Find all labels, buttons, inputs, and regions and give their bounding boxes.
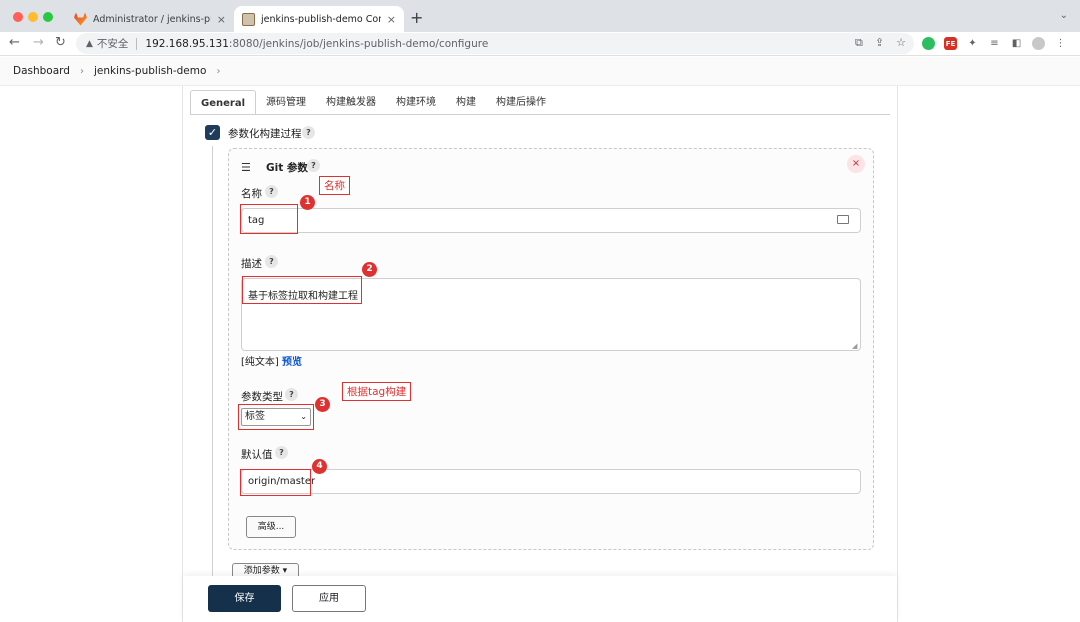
contact-card-icon [837, 215, 849, 224]
browser-tabstrip: Administrator / jenkins-publish × jenkin… [0, 0, 1080, 32]
annotation-note-name: 名称 [319, 176, 350, 195]
evernote-extension-icon[interactable] [922, 37, 935, 50]
config-tabs: General 源码管理 构建触发器 构建环境 构建 构建后操作 [190, 88, 556, 115]
divider [136, 37, 138, 50]
section-guide-line [212, 146, 213, 576]
fe-extension-icon[interactable]: FE [944, 37, 957, 50]
annotation-badge: 2 [362, 262, 377, 277]
chevron-right-icon: › [79, 65, 84, 77]
annotation-badge: 4 [312, 459, 327, 474]
bookmark-star-icon[interactable]: ☆ [896, 36, 906, 50]
parameterized-checkbox[interactable]: ✓ [205, 125, 220, 140]
forward-arrow-icon[interactable]: → [33, 35, 44, 50]
translate-icon[interactable]: ⧉ [855, 36, 863, 50]
default-value-label: 默认值 [241, 449, 273, 461]
tab-close-icon[interactable]: × [217, 13, 226, 26]
bottom-action-bar [183, 576, 897, 622]
side-panel-icon[interactable]: ◧ [1010, 37, 1023, 50]
parameterized-label: 参数化构建过程 [228, 128, 302, 140]
save-button[interactable]: 保存 [208, 585, 281, 612]
help-icon[interactable]: ? [302, 126, 315, 139]
tab-title: jenkins-publish-demo Config [ [261, 13, 381, 25]
name-label: 名称 [241, 188, 262, 200]
remove-parameter-button[interactable]: × [847, 155, 865, 173]
drag-handle-icon[interactable]: ☰ [241, 161, 251, 174]
profile-avatar-icon[interactable] [1032, 37, 1045, 50]
preview-link[interactable]: 预览 [282, 357, 302, 368]
window-close-button[interactable] [13, 12, 23, 22]
window-minimize-button[interactable] [28, 12, 38, 22]
back-arrow-icon[interactable]: ← [9, 35, 20, 50]
insecure-label: 不安全 [96, 38, 129, 50]
share-icon[interactable]: ⇪ [875, 36, 884, 50]
url-host: 192.168.95.131 [145, 37, 229, 50]
address-bar[interactable]: ▲ 不安全 192.168.95.131:8080/jenkins/job/je… [76, 33, 914, 54]
gitlab-favicon-icon [74, 12, 87, 26]
resize-handle-icon[interactable]: ◢ [852, 342, 857, 350]
breadcrumb: Dashboard › jenkins-publish-demo › [0, 57, 1080, 86]
advanced-button[interactable]: 高级... [246, 516, 296, 538]
new-tab-button[interactable]: + [410, 8, 423, 27]
help-icon[interactable]: ? [307, 159, 320, 172]
help-icon[interactable]: ? [265, 185, 278, 198]
annotation-box-name [240, 204, 298, 234]
format-hint: [纯文本] 预览 [241, 353, 302, 368]
help-icon[interactable]: ? [265, 255, 278, 268]
annotation-badge: 3 [315, 397, 330, 412]
git-parameter-title: Git 参数 [266, 162, 308, 174]
annotation-badge: 1 [300, 195, 315, 210]
tab-scm[interactable]: 源码管理 [256, 90, 316, 115]
name-input[interactable]: tag [241, 208, 861, 233]
annotation-box-type [238, 404, 314, 430]
url-path: :8080/jenkins/job/jenkins-publish-demo/c… [228, 37, 489, 50]
warning-icon: ▲ [86, 38, 93, 49]
tab-title: Administrator / jenkins-publish [93, 13, 211, 25]
window-zoom-button[interactable] [43, 12, 53, 22]
browser-tab-jenkins[interactable]: jenkins-publish-demo Config [ × [234, 6, 404, 32]
tab-search-icon[interactable]: ⌄ [1060, 10, 1068, 21]
help-icon[interactable]: ? [285, 388, 298, 401]
extensions-puzzle-icon[interactable]: ✦ [966, 37, 979, 50]
apply-button[interactable]: 应用 [292, 585, 366, 612]
plain-text-label: [纯文本] [241, 357, 279, 368]
tab-build[interactable]: 构建 [446, 90, 486, 115]
tab-triggers[interactable]: 构建触发器 [316, 90, 386, 115]
browser-toolbar: ← → ↻ ▲ 不安全 192.168.95.131:8080/jenkins/… [0, 32, 1080, 56]
breadcrumb-job[interactable]: jenkins-publish-demo [94, 65, 206, 77]
jenkins-favicon-icon [242, 12, 255, 26]
annotation-note-tag: 根据tag构建 [342, 382, 412, 401]
annotation-box-description [242, 276, 362, 304]
breadcrumb-dashboard[interactable]: Dashboard [13, 65, 70, 77]
help-icon[interactable]: ? [275, 446, 288, 459]
tab-environment[interactable]: 构建环境 [386, 90, 446, 115]
browser-tab-gitlab[interactable]: Administrator / jenkins-publish × [66, 6, 234, 32]
reading-list-icon[interactable]: ≡ [988, 37, 1001, 50]
parameter-type-label: 参数类型 [241, 391, 283, 403]
reload-icon[interactable]: ↻ [55, 35, 66, 50]
annotation-box-default [240, 469, 311, 496]
menu-kebab-icon[interactable]: ⋮ [1054, 37, 1067, 50]
tab-general[interactable]: General [190, 90, 256, 115]
divider [190, 114, 890, 115]
description-label: 描述 [241, 258, 262, 270]
chevron-right-icon[interactable]: › [216, 66, 220, 77]
tab-close-icon[interactable]: × [387, 13, 396, 26]
default-value-input[interactable]: origin/master [241, 469, 861, 494]
tab-post-build[interactable]: 构建后操作 [486, 90, 556, 115]
